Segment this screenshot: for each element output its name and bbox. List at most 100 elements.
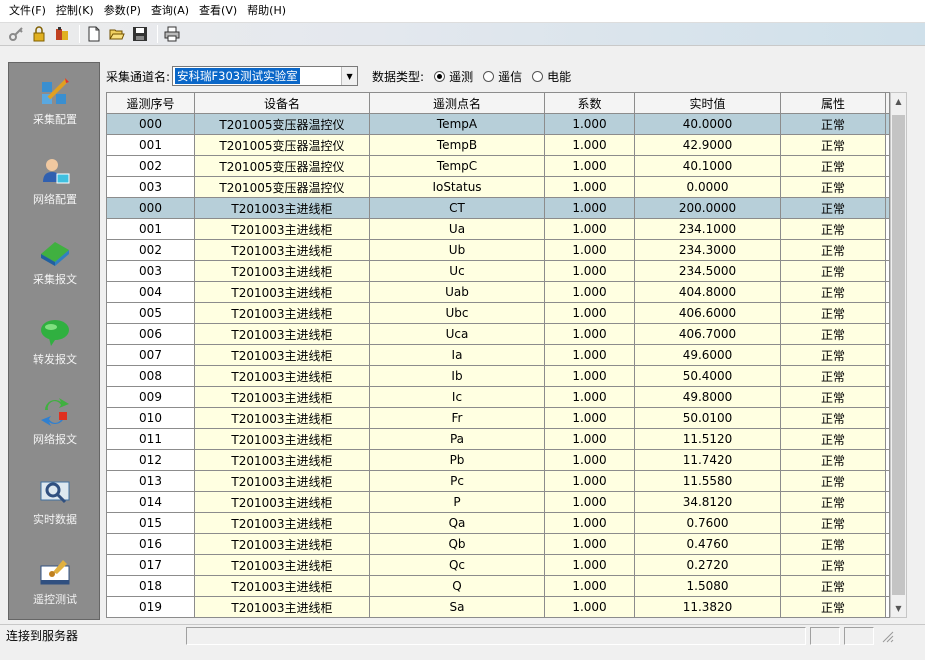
cell-device: T201003主进线柜 xyxy=(195,261,370,281)
table-row[interactable]: 002 T201005变压器温控仪 TempC 1.000 40.1000 正常 xyxy=(107,156,889,177)
cell-attribute: 正常 xyxy=(781,429,886,449)
cell-index: 016 xyxy=(107,534,195,554)
table-row[interactable]: 003 T201003主进线柜 Uc 1.000 234.5000 正常 xyxy=(107,261,889,282)
cell-index: 000 xyxy=(107,114,195,134)
channel-select[interactable]: 安科瑞F303测试实验室 ▼ xyxy=(172,66,359,86)
cell-index: 018 xyxy=(107,576,195,596)
cell-point: IoStatus xyxy=(370,177,545,197)
cell-index: 001 xyxy=(107,219,195,239)
cell-device: T201003主进线柜 xyxy=(195,198,370,218)
cell-device: T201005变压器温控仪 xyxy=(195,114,370,134)
cell-point: P xyxy=(370,492,545,512)
status-pane-small xyxy=(844,626,874,645)
column-header-attribute[interactable]: 属性 xyxy=(781,93,886,113)
sidebar-item-remote-test[interactable]: 遥控测试 xyxy=(9,543,101,623)
cell-value: 49.8000 xyxy=(635,387,781,407)
print-icon[interactable] xyxy=(162,24,182,44)
table-row[interactable]: 004 T201003主进线柜 Uab 1.000 404.8000 正常 xyxy=(107,282,889,303)
table-row[interactable]: 016 T201003主进线柜 Qb 1.000 0.4760 正常 xyxy=(107,534,889,555)
chevron-down-icon[interactable]: ▼ xyxy=(341,67,358,85)
table-row[interactable]: 001 T201003主进线柜 Ua 1.000 234.1000 正常 xyxy=(107,219,889,240)
scroll-down-icon[interactable]: ▼ xyxy=(891,600,906,617)
vertical-scrollbar[interactable]: ▲ ▼ xyxy=(890,92,907,618)
cell-attribute: 正常 xyxy=(781,177,886,197)
network-config-icon xyxy=(38,155,72,189)
scrollbar-thumb[interactable] xyxy=(892,115,905,595)
scroll-up-icon[interactable]: ▲ xyxy=(891,93,906,110)
lock-icon[interactable] xyxy=(29,24,49,44)
column-header-device[interactable]: 设备名 xyxy=(195,93,370,113)
column-header-point[interactable]: 遥测点名 xyxy=(370,93,545,113)
menu-help[interactable]: 帮助(H) xyxy=(242,0,291,22)
table-row[interactable]: 001 T201005变压器温控仪 TempB 1.000 42.9000 正常 xyxy=(107,135,889,156)
cell-coefficient: 1.000 xyxy=(545,576,635,596)
menu-query[interactable]: 查询(A) xyxy=(146,0,194,22)
table-row[interactable]: 013 T201003主进线柜 Pc 1.000 11.5580 正常 xyxy=(107,471,889,492)
radio-telesignal-label[interactable]: 遥信 xyxy=(498,68,522,85)
table-row[interactable]: 000 T201005变压器温控仪 TempA 1.000 40.0000 正常 xyxy=(107,114,889,135)
save-icon[interactable] xyxy=(130,24,150,44)
new-file-icon[interactable] xyxy=(84,24,104,44)
column-header-value[interactable]: 实时值 xyxy=(635,93,781,113)
cell-coefficient: 1.000 xyxy=(545,366,635,386)
table-row[interactable]: 010 T201003主进线柜 Fr 1.000 50.0100 正常 xyxy=(107,408,889,429)
table-row[interactable]: 012 T201003主进线柜 Pb 1.000 11.7420 正常 xyxy=(107,450,889,471)
sidebar-item-collect-message[interactable]: 采集报文 xyxy=(9,223,101,303)
cell-device: T201003主进线柜 xyxy=(195,429,370,449)
cell-index: 010 xyxy=(107,408,195,428)
cell-value: 406.6000 xyxy=(635,303,781,323)
table-row[interactable]: 005 T201003主进线柜 Ubc 1.000 406.6000 正常 xyxy=(107,303,889,324)
table-row[interactable]: 006 T201003主进线柜 Uca 1.000 406.7000 正常 xyxy=(107,324,889,345)
menu-file[interactable]: 文件(F) xyxy=(4,0,51,22)
users-icon[interactable] xyxy=(52,24,72,44)
table-row[interactable]: 017 T201003主进线柜 Qc 1.000 0.2720 正常 xyxy=(107,555,889,576)
cell-coefficient: 1.000 xyxy=(545,303,635,323)
cell-coefficient: 1.000 xyxy=(545,492,635,512)
table-row[interactable]: 015 T201003主进线柜 Qa 1.000 0.7600 正常 xyxy=(107,513,889,534)
cell-attribute: 正常 xyxy=(781,135,886,155)
table-row[interactable]: 014 T201003主进线柜 P 1.000 34.8120 正常 xyxy=(107,492,889,513)
table-row[interactable]: 002 T201003主进线柜 Ub 1.000 234.3000 正常 xyxy=(107,240,889,261)
table-row[interactable]: 019 T201003主进线柜 Sa 1.000 11.3820 正常 xyxy=(107,597,889,617)
cell-point: CT xyxy=(370,198,545,218)
menu-params[interactable]: 参数(P) xyxy=(99,0,146,22)
table-row[interactable]: 018 T201003主进线柜 Q 1.000 1.5080 正常 xyxy=(107,576,889,597)
resize-grip-icon[interactable] xyxy=(880,629,894,643)
radio-telemetry-label[interactable]: 遥测 xyxy=(449,68,473,85)
sidebar-item-network-message[interactable]: 网络报文 xyxy=(9,383,101,463)
radio-energy[interactable] xyxy=(532,70,544,82)
open-folder-icon[interactable] xyxy=(107,24,127,44)
menu-control[interactable]: 控制(K) xyxy=(51,0,99,22)
cell-index: 015 xyxy=(107,513,195,533)
table-row[interactable]: 011 T201003主进线柜 Pa 1.000 11.5120 正常 xyxy=(107,429,889,450)
cell-index: 000 xyxy=(107,198,195,218)
cell-attribute: 正常 xyxy=(781,597,886,617)
sidebar-item-forward-message[interactable]: 转发报文 xyxy=(9,303,101,383)
table-row[interactable]: 008 T201003主进线柜 Ib 1.000 50.4000 正常 xyxy=(107,366,889,387)
cell-value: 1.5080 xyxy=(635,576,781,596)
table-row[interactable]: 007 T201003主进线柜 Ia 1.000 49.6000 正常 xyxy=(107,345,889,366)
table-row[interactable]: 009 T201003主进线柜 Ic 1.000 49.8000 正常 xyxy=(107,387,889,408)
radio-energy-label[interactable]: 电能 xyxy=(547,68,571,85)
radio-telesignal[interactable] xyxy=(483,70,495,82)
cell-coefficient: 1.000 xyxy=(545,513,635,533)
radio-telemetry[interactable] xyxy=(434,70,446,82)
cell-coefficient: 1.000 xyxy=(545,450,635,470)
sidebar-item-network-config[interactable]: 网络配置 xyxy=(9,143,101,223)
sidebar-item-collect-config[interactable]: 采集配置 xyxy=(9,63,101,143)
cell-device: T201005变压器温控仪 xyxy=(195,135,370,155)
cell-index: 002 xyxy=(107,156,195,176)
key-icon[interactable] xyxy=(6,24,26,44)
cell-value: 49.6000 xyxy=(635,345,781,365)
table-row[interactable]: 003 T201005变压器温控仪 IoStatus 1.000 0.0000 正常 xyxy=(107,177,889,198)
cell-point: TempC xyxy=(370,156,545,176)
sidebar-item-realtime-data[interactable]: 实时数据 xyxy=(9,463,101,543)
cell-value: 50.4000 xyxy=(635,366,781,386)
cell-point: Ia xyxy=(370,345,545,365)
cell-coefficient: 1.000 xyxy=(545,114,635,134)
cell-point: TempA xyxy=(370,114,545,134)
column-header-index[interactable]: 遥测序号 xyxy=(107,93,195,113)
menu-view[interactable]: 查看(V) xyxy=(194,0,242,22)
table-row[interactable]: 000 T201003主进线柜 CT 1.000 200.0000 正常 xyxy=(107,198,889,219)
column-header-coefficient[interactable]: 系数 xyxy=(545,93,635,113)
